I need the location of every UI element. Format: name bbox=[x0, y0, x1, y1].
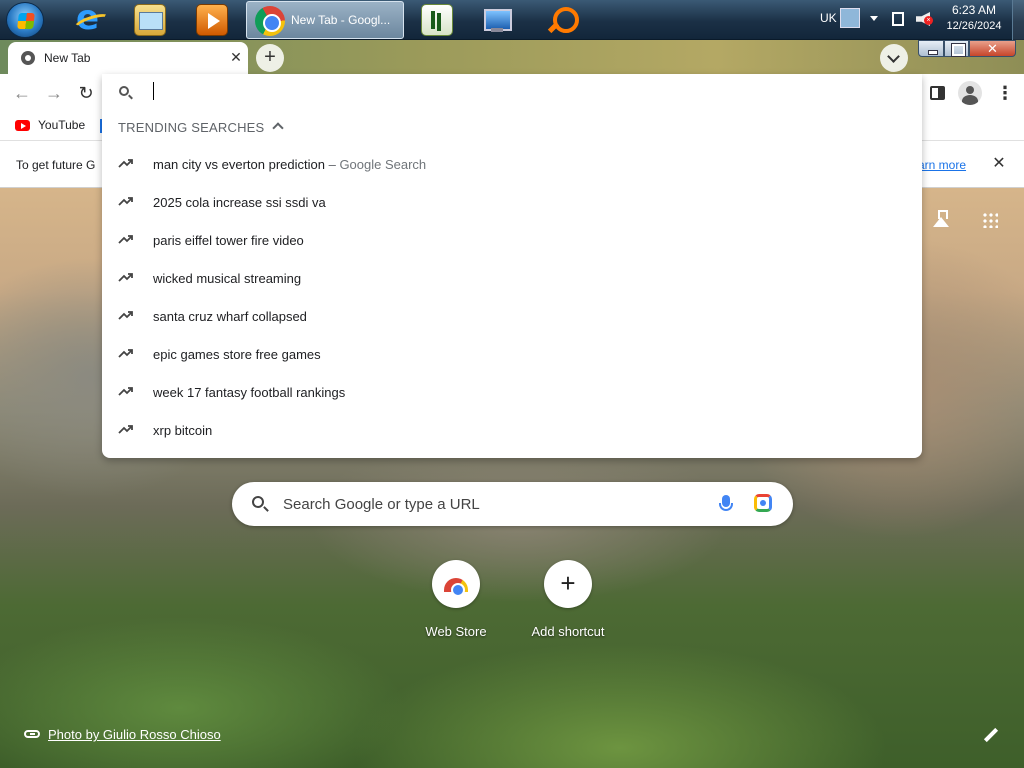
window-controls: ✕ bbox=[918, 40, 1020, 58]
internet-explorer-icon[interactable] bbox=[73, 0, 105, 38]
language-indicator[interactable]: UK bbox=[820, 11, 837, 25]
trending-up-icon bbox=[118, 271, 134, 285]
kebab-menu-icon[interactable]: ⋮ bbox=[996, 83, 1014, 103]
suggestion-text: paris eiffel tower fire video bbox=[153, 233, 304, 248]
media-player-icon[interactable] bbox=[196, 4, 228, 36]
muted-badge-icon: × bbox=[924, 16, 933, 25]
plus-icon: + bbox=[560, 568, 576, 598]
suggestion-text: week 17 fantasy football rankings bbox=[153, 385, 345, 400]
keyboard-icon[interactable] bbox=[840, 8, 860, 28]
tab-strip: New Tab ✕ + ✕ bbox=[0, 40, 1024, 74]
trending-up-icon bbox=[118, 385, 134, 399]
suggestion-query: week 17 fantasy football rankings bbox=[153, 385, 346, 400]
suggestion-query: 2025 cola increase ssi ssdi va bbox=[153, 195, 326, 210]
suggestion-query: xrp bitcoin bbox=[153, 423, 213, 438]
shortcut-tile bbox=[432, 560, 480, 608]
omnibox-input[interactable] bbox=[158, 80, 858, 102]
info-bar-text: To get future G bbox=[16, 158, 96, 172]
shortcut-web-store[interactable]: Web Store bbox=[401, 560, 511, 642]
trending-suggestion[interactable]: epic games store free games bbox=[102, 336, 922, 374]
suggestion-text: man city vs everton prediction – Google … bbox=[153, 157, 426, 172]
trending-suggestion[interactable]: santa cruz wharf collapsed bbox=[102, 298, 922, 336]
maximize-button[interactable] bbox=[944, 40, 969, 57]
suggestion-text: xrp bitcoin bbox=[153, 423, 212, 438]
back-arrow-icon[interactable]: ← bbox=[9, 81, 35, 105]
clock-date[interactable]: 12/26/2024 bbox=[940, 20, 1008, 32]
suggestion-text: 2025 cola increase ssi ssdi va bbox=[153, 195, 326, 210]
trending-suggestion[interactable]: man city vs everton prediction – Google … bbox=[102, 146, 922, 184]
suggestion-separator: – bbox=[324, 157, 340, 172]
ntp-search-box[interactable]: Search Google or type a URL bbox=[232, 482, 793, 526]
network-icon[interactable] bbox=[892, 12, 904, 26]
file-explorer-icon[interactable] bbox=[134, 4, 166, 36]
ntp-search-placeholder: Search Google or type a URL bbox=[283, 496, 480, 513]
trending-suggestion[interactable]: paris eiffel tower fire video bbox=[102, 222, 922, 260]
shortcut-tile: + bbox=[544, 560, 592, 608]
clock-time[interactable]: 6:23 AM bbox=[944, 3, 1004, 17]
side-panel-icon[interactable] bbox=[930, 86, 945, 100]
google-apps-icon[interactable] bbox=[982, 212, 998, 228]
forward-arrow-icon[interactable]: → bbox=[41, 81, 67, 105]
reload-icon[interactable]: ↻ bbox=[73, 81, 99, 105]
taskbar-chrome-button[interactable]: New Tab - Googl... bbox=[246, 1, 404, 39]
link-icon bbox=[24, 730, 40, 738]
close-window-button[interactable]: ✕ bbox=[969, 40, 1016, 57]
trending-up-icon bbox=[118, 233, 134, 247]
youtube-icon[interactable] bbox=[15, 120, 30, 131]
trending-up-icon bbox=[118, 157, 134, 171]
suggestion-query: santa cruz wharf collapsed bbox=[153, 309, 307, 324]
suggestion-source: Google Search bbox=[339, 157, 427, 172]
trending-suggestion[interactable]: 2025 cola increase ssi ssdi va bbox=[102, 184, 922, 222]
trending-up-icon bbox=[118, 309, 134, 323]
suggestion-query: epic games store free games bbox=[153, 347, 321, 362]
notepad-plus-icon[interactable] bbox=[421, 4, 453, 36]
tab-search-chevron-icon[interactable] bbox=[880, 44, 908, 72]
show-hidden-icons-icon[interactable] bbox=[870, 16, 878, 21]
trending-suggestion[interactable]: wicked musical streaming bbox=[102, 260, 922, 298]
trending-up-icon bbox=[118, 423, 134, 437]
omnibox-dropdown: TRENDING SEARCHES man city vs everton pr… bbox=[102, 74, 922, 458]
trending-suggestion[interactable]: week 17 fantasy football rankings bbox=[102, 374, 922, 412]
photo-credit-link[interactable]: Photo by Giulio Rosso Chioso bbox=[48, 727, 221, 742]
chrome-labs-icon[interactable] bbox=[932, 210, 950, 228]
trending-searches-header: TRENDING SEARCHES bbox=[118, 120, 265, 135]
shortcut-label: Web Store bbox=[425, 624, 487, 639]
chrome-favicon-icon bbox=[21, 51, 35, 65]
profile-avatar-icon[interactable] bbox=[958, 81, 982, 105]
trending-up-icon bbox=[118, 347, 134, 361]
show-desktop-button[interactable] bbox=[1012, 0, 1024, 40]
customize-pencil-icon[interactable] bbox=[984, 728, 998, 742]
minimize-button[interactable] bbox=[918, 40, 944, 57]
tab-close-icon[interactable]: ✕ bbox=[227, 48, 245, 66]
search-icon bbox=[119, 86, 129, 96]
learn-more-link[interactable]: arn more bbox=[918, 158, 966, 172]
tab-new-tab[interactable]: New Tab ✕ bbox=[8, 42, 248, 74]
suggestion-query: wicked musical streaming bbox=[153, 271, 302, 286]
trending-suggestion[interactable]: xrp bitcoin bbox=[102, 412, 922, 450]
trending-up-icon bbox=[118, 195, 134, 209]
google-lens-icon[interactable] bbox=[754, 494, 772, 512]
suggestion-query: paris eiffel tower fire video bbox=[153, 233, 304, 248]
webstore-icon bbox=[444, 578, 468, 597]
start-button[interactable] bbox=[6, 2, 44, 38]
info-bar-close-icon[interactable]: ✕ bbox=[990, 155, 1008, 173]
tab-title: New Tab bbox=[44, 51, 91, 65]
suggestion-text: wicked musical streaming bbox=[153, 271, 301, 286]
new-tab-button[interactable]: + bbox=[256, 44, 284, 72]
suggestion-text: epic games store free games bbox=[153, 347, 321, 362]
search-icon bbox=[252, 496, 264, 508]
taskbar-chrome-label: New Tab - Googl... bbox=[291, 13, 391, 27]
suggestion-query: man city vs everton prediction bbox=[153, 157, 325, 172]
text-cursor bbox=[153, 82, 154, 100]
shortcut-add[interactable]: + Add shortcut bbox=[513, 560, 623, 642]
chevron-up-icon[interactable] bbox=[272, 122, 284, 134]
search-app-icon[interactable] bbox=[545, 4, 579, 36]
suggestion-text: santa cruz wharf collapsed bbox=[153, 309, 307, 324]
voice-search-mic-icon[interactable] bbox=[719, 495, 733, 511]
taskbar: New Tab - Googl... UK × 6:23 AM 12/26/20… bbox=[0, 0, 1024, 40]
chrome-icon bbox=[255, 6, 285, 36]
bookmark-youtube[interactable]: YouTube bbox=[38, 118, 85, 132]
remote-desktop-icon[interactable] bbox=[481, 4, 513, 36]
shortcut-label: Add shortcut bbox=[531, 624, 605, 639]
